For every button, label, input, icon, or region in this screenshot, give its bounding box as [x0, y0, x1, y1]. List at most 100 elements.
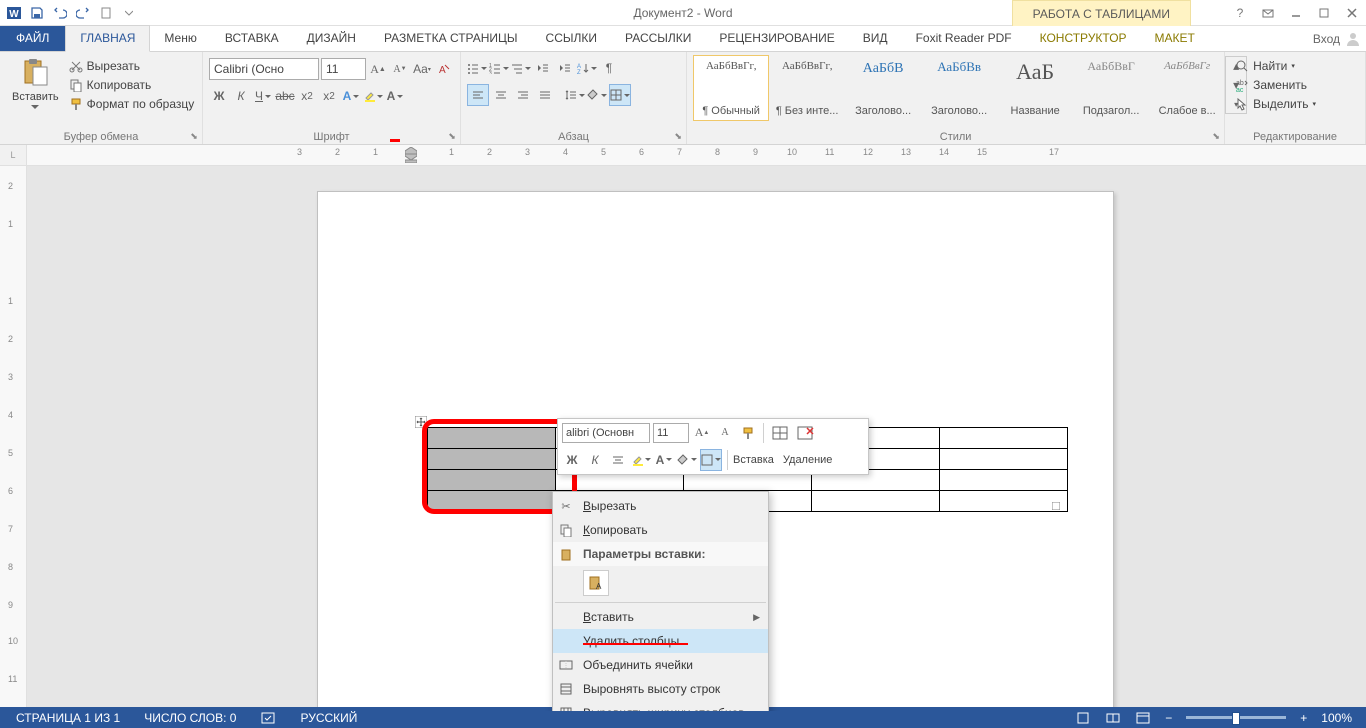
tab-review[interactable]: РЕЦЕНЗИРОВАНИЕ [705, 26, 848, 51]
redo-icon[interactable] [72, 2, 94, 24]
style-heading-2[interactable]: АаБбВвЗаголово... [921, 55, 997, 121]
show-formatting-icon[interactable]: ¶ [599, 58, 619, 78]
cut-button[interactable]: Вырезать [65, 57, 199, 75]
shading-icon[interactable] [587, 85, 607, 105]
new-doc-icon[interactable] [95, 2, 117, 24]
highlight-icon[interactable] [363, 86, 383, 106]
clear-format-icon[interactable]: A [434, 59, 454, 79]
superscript-icon[interactable]: x2 [319, 86, 339, 106]
style-heading-1[interactable]: АаБбВЗаголово... [845, 55, 921, 121]
tab-references[interactable]: ССЫЛКИ [532, 26, 611, 51]
mini-format-painter-icon[interactable] [738, 423, 758, 443]
sort-icon[interactable]: AZ [577, 58, 597, 78]
subscript-icon[interactable]: x2 [297, 86, 317, 106]
paragraph-dialog-launcher[interactable]: ⬊ [672, 130, 684, 142]
align-right-icon[interactable] [513, 85, 533, 105]
tab-page-layout[interactable]: РАЗМЕТКА СТРАНИЦЫ [370, 26, 532, 51]
ctx-distribute-rows[interactable]: Выровнять высоту строк [553, 677, 768, 701]
shrink-font-icon[interactable]: A▼ [390, 59, 410, 79]
word-icon[interactable]: W [3, 2, 25, 24]
ctx-distribute-cols[interactable]: Выровнять ширину столбцов [553, 701, 768, 711]
tab-table-design[interactable]: КОНСТРУКТОР [1026, 26, 1141, 51]
zoom-slider[interactable] [1186, 716, 1286, 719]
help-icon[interactable]: ? [1226, 2, 1254, 24]
view-print-layout-icon[interactable] [1069, 707, 1097, 728]
clipboard-dialog-launcher[interactable]: ⬊ [188, 130, 200, 142]
font-size-selector[interactable]: 11 [321, 58, 366, 80]
italic-icon[interactable]: К [231, 86, 251, 106]
ctx-merge-cells[interactable]: Объединить ячейки [553, 653, 768, 677]
decrease-indent-icon[interactable] [533, 58, 553, 78]
zoom-in-icon[interactable]: + [1294, 707, 1313, 728]
paste-keep-source-icon[interactable]: A [583, 570, 609, 596]
mini-shading-icon[interactable] [677, 450, 697, 470]
align-left-icon[interactable] [467, 84, 489, 106]
mini-font-selector[interactable]: alibri (Основн [562, 423, 650, 443]
close-icon[interactable] [1338, 2, 1366, 24]
change-case-icon[interactable]: Aa▾ [412, 59, 432, 79]
maximize-icon[interactable] [1310, 2, 1338, 24]
tab-mailings[interactable]: РАССЫЛКИ [611, 26, 705, 51]
ctx-copy[interactable]: Копировать [553, 518, 768, 542]
tab-view[interactable]: ВИД [849, 26, 902, 51]
tab-insert[interactable]: ВСТАВКА [211, 26, 293, 51]
minimize-icon[interactable] [1282, 2, 1310, 24]
find-button[interactable]: Найти ▾ [1231, 57, 1320, 75]
line-spacing-icon[interactable] [565, 85, 585, 105]
bold-icon[interactable]: Ж [209, 86, 229, 106]
mini-italic-icon[interactable]: К [585, 450, 605, 470]
mini-highlight-icon[interactable] [631, 450, 651, 470]
ctx-insert[interactable]: Вставить▶ [553, 605, 768, 629]
font-color-icon[interactable]: A [385, 86, 405, 106]
tab-menu[interactable]: Меню [150, 26, 210, 51]
mini-size-selector[interactable]: 11 [653, 423, 689, 443]
format-painter-button[interactable]: Формат по образцу [65, 95, 199, 113]
sb-spell-check-icon[interactable] [254, 707, 282, 728]
strikethrough-icon[interactable]: abc [275, 86, 295, 106]
bullets-icon[interactable] [467, 58, 487, 78]
save-icon[interactable] [26, 2, 48, 24]
mini-shrink-font-icon[interactable]: A [715, 423, 735, 443]
mini-delete-button[interactable] [794, 425, 816, 441]
qat-customize-icon[interactable] [118, 2, 140, 24]
account-login[interactable]: Вход [1313, 26, 1361, 51]
mini-insert-button[interactable] [769, 425, 791, 441]
replace-button[interactable]: abacЗаменить [1231, 76, 1320, 94]
style-subtle-emphasis[interactable]: АаБбВвГгСлабое в... [1149, 55, 1225, 121]
page-area[interactable]: alibri (Основн 11 A▲ A Ж К A Вставка [27, 166, 1366, 711]
style-title[interactable]: АаБНазвание [997, 55, 1073, 121]
numbering-icon[interactable]: 123 [489, 58, 509, 78]
ctx-cut[interactable]: ✂Вырезать [553, 494, 768, 518]
tab-home[interactable]: ГЛАВНАЯ [65, 25, 150, 52]
undo-icon[interactable] [49, 2, 71, 24]
style-normal[interactable]: АаБбВвГг,¶ Обычный [693, 55, 769, 121]
ctx-delete-columns[interactable]: Удалить столбцы [553, 629, 768, 653]
zoom-out-icon[interactable]: − [1159, 707, 1178, 728]
text-effects-icon[interactable]: A [341, 86, 361, 106]
tab-design[interactable]: ДИЗАЙН [293, 26, 370, 51]
sb-page[interactable]: СТРАНИЦА 1 ИЗ 1 [10, 707, 126, 728]
font-name-selector[interactable]: Calibri (Осно [209, 58, 319, 80]
align-center-icon[interactable] [491, 85, 511, 105]
paste-button[interactable]: Вставить [6, 55, 65, 112]
tab-selector[interactable]: L [0, 145, 27, 165]
ruler-horizontal[interactable]: 321 123 456 789 101112 131415 17 [27, 145, 1366, 165]
styles-dialog-launcher[interactable]: ⬊ [1210, 130, 1222, 142]
multilevel-list-icon[interactable] [511, 58, 531, 78]
underline-icon[interactable]: Ч [253, 86, 273, 106]
mini-grow-font-icon[interactable]: A▲ [692, 423, 712, 443]
grow-font-icon[interactable]: A▲ [368, 59, 388, 79]
view-web-layout-icon[interactable] [1129, 707, 1157, 728]
tab-table-layout[interactable]: МАКЕТ [1141, 26, 1209, 51]
mini-font-color-icon[interactable]: A [654, 450, 674, 470]
tab-file[interactable]: ФАЙЛ [0, 26, 65, 51]
borders-icon[interactable] [609, 84, 631, 106]
ruler-vertical[interactable]: 21 12 34 56 78 910 11 [0, 166, 27, 711]
mini-bold-icon[interactable]: Ж [562, 450, 582, 470]
copy-button[interactable]: Копировать [65, 76, 199, 94]
font-dialog-launcher[interactable]: ⬊ [446, 130, 458, 142]
style-subtitle[interactable]: АаБбВвГПодзагол... [1073, 55, 1149, 121]
mini-align-icon[interactable] [608, 450, 628, 470]
style-gallery[interactable]: АаБбВвГг,¶ Обычный АаБбВвГг,¶ Без инте..… [693, 55, 1225, 121]
align-justify-icon[interactable] [535, 85, 555, 105]
